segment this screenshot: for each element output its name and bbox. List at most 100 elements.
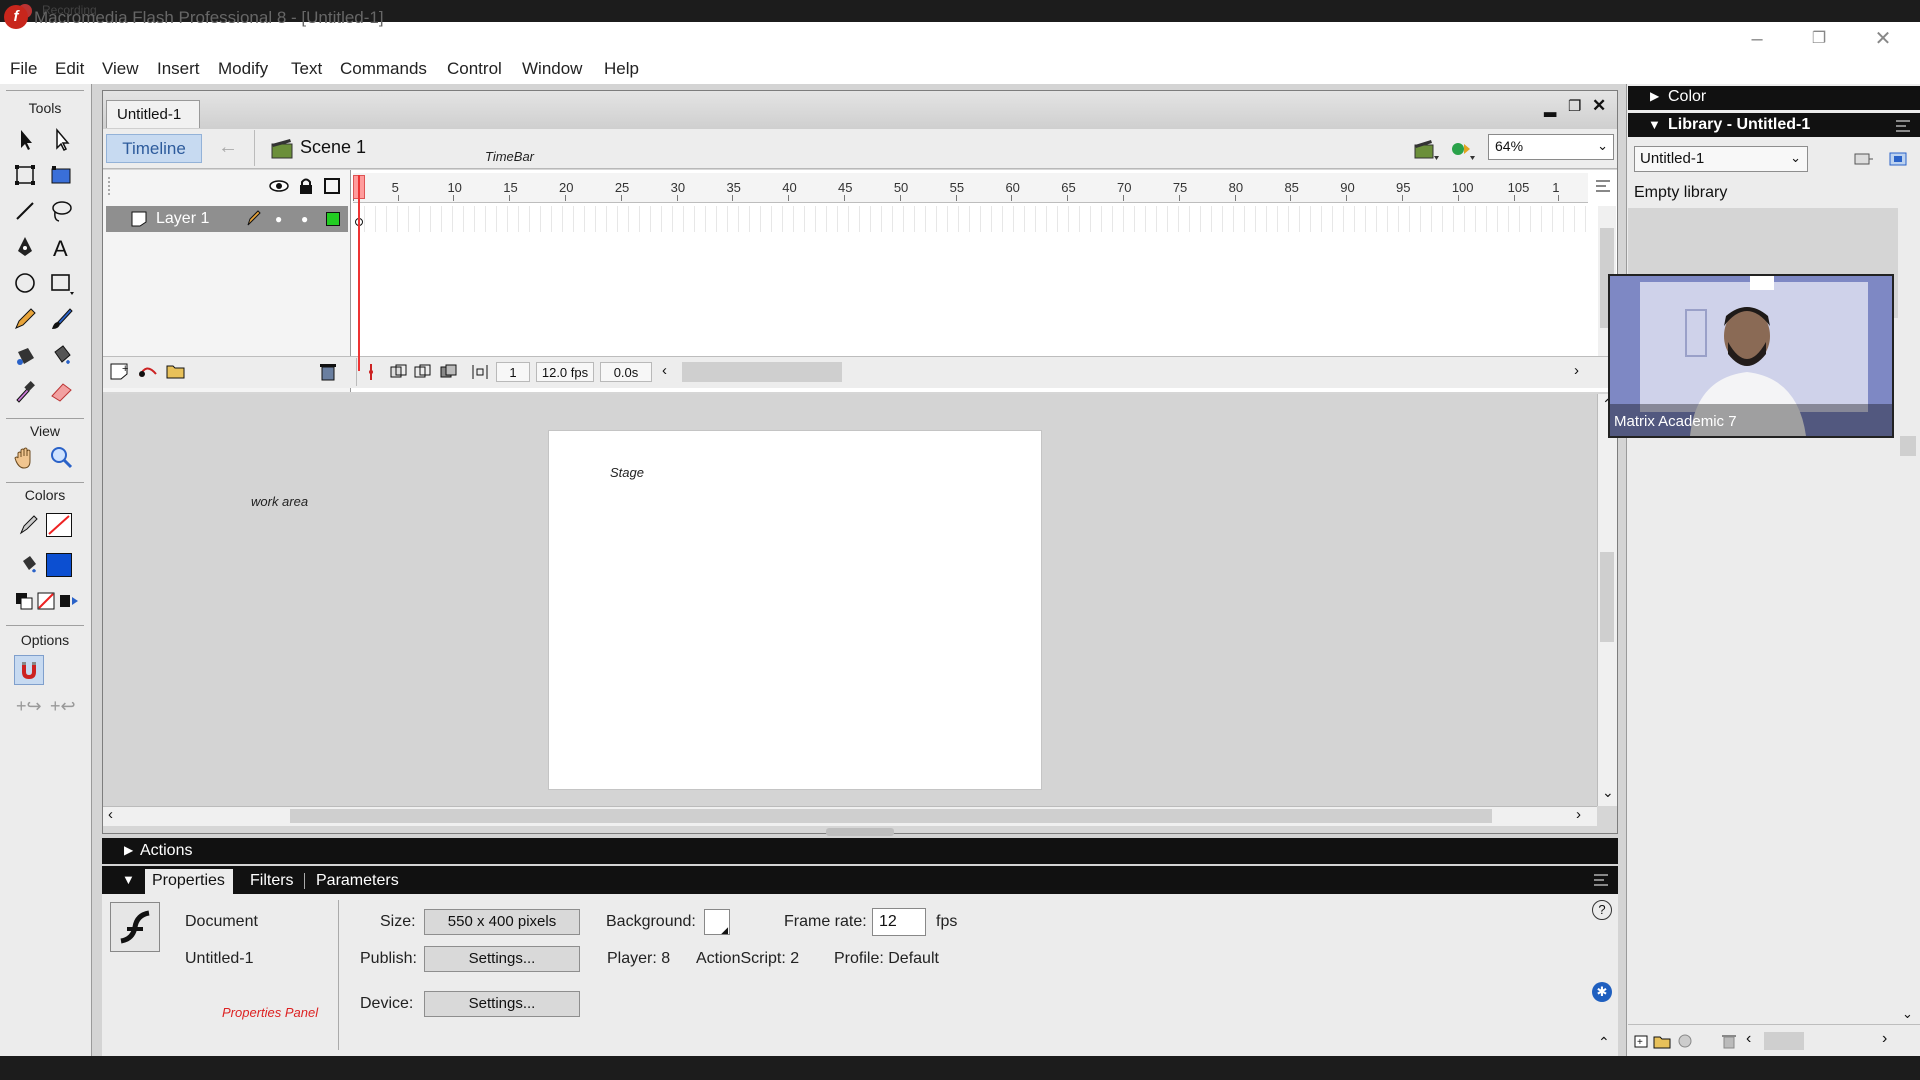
timeline-toggle-button[interactable]: Timeline <box>106 134 202 163</box>
swap-colors-icon[interactable] <box>58 591 88 621</box>
pencil-icon[interactable] <box>10 304 40 334</box>
expand-arrow-icon[interactable]: ▶ <box>1650 89 1659 103</box>
playhead-line[interactable] <box>358 175 360 371</box>
insert-layer-icon[interactable]: + <box>108 360 132 382</box>
layer-visibility-dot[interactable]: ● <box>275 212 282 226</box>
edit-symbols-icon[interactable] <box>1448 136 1478 162</box>
panel-resize-grip[interactable] <box>826 828 894 836</box>
center-frame-icon[interactable] <box>364 362 378 382</box>
free-transform-icon[interactable] <box>10 160 40 190</box>
doc-minimize-button[interactable]: ▂ <box>1544 98 1556 118</box>
text-icon[interactable]: A <box>46 232 76 262</box>
brush-icon[interactable] <box>46 304 76 334</box>
show-hide-eye-icon[interactable] <box>268 178 290 194</box>
actions-panel-header[interactable] <box>102 838 1618 864</box>
zoom-icon[interactable] <box>46 443 76 473</box>
paint-bucket-icon[interactable] <box>46 340 76 370</box>
straighten-option-icon[interactable]: +↩ <box>50 696 76 717</box>
menu-view[interactable]: View <box>102 59 139 79</box>
collapse-arrow-icon[interactable]: ▼ <box>1648 117 1661 132</box>
scroll-down-icon[interactable]: ⌄ <box>1902 1006 1913 1022</box>
library-hscroll-thumb[interactable] <box>1764 1032 1804 1050</box>
scroll-down-icon[interactable]: ⌄ <box>1602 784 1614 801</box>
pen-icon[interactable] <box>10 232 40 262</box>
collapse-panel-icon[interactable]: ⌃ <box>1598 1034 1610 1051</box>
stage-vscroll-thumb[interactable] <box>1600 552 1614 642</box>
background-color-swatch[interactable]: ◢ <box>704 909 730 935</box>
accessibility-icon[interactable]: ✱ <box>1592 982 1612 1002</box>
lasso-icon[interactable] <box>46 196 76 226</box>
eraser-icon[interactable] <box>46 376 76 406</box>
ink-bottle-icon[interactable] <box>10 340 40 370</box>
stroke-color-swatch[interactable] <box>46 513 72 537</box>
insert-folder-icon[interactable] <box>164 360 188 382</box>
new-symbol-icon[interactable]: + <box>1632 1032 1652 1050</box>
tab-properties[interactable]: Properties <box>152 872 225 890</box>
pin-library-icon[interactable] <box>1852 150 1874 168</box>
properties-info-icon[interactable] <box>1676 1032 1694 1050</box>
close-window-button[interactable]: ✕ <box>1852 22 1914 56</box>
outline-toggle-icon[interactable] <box>324 178 340 194</box>
library-vscroll-thumb[interactable] <box>1900 436 1916 456</box>
color-panel-title[interactable]: Color <box>1668 88 1706 106</box>
delete-layer-trash-icon[interactable] <box>318 360 338 382</box>
help-icon[interactable]: ? <box>1592 900 1612 920</box>
collapse-arrow-icon[interactable]: ▼ <box>122 872 135 887</box>
menu-file[interactable]: File <box>10 59 37 79</box>
library-vscroll[interactable] <box>1898 330 1918 1020</box>
document-size-button[interactable]: 550 x 400 pixels <box>424 909 580 935</box>
fill-color-swatch[interactable] <box>46 553 72 577</box>
frames-row[interactable] <box>354 206 1594 232</box>
delete-trash-icon[interactable] <box>1720 1032 1738 1050</box>
back-arrow-icon[interactable]: ← <box>218 136 238 159</box>
rectangle-icon[interactable] <box>46 268 76 298</box>
subselect-icon[interactable] <box>46 124 76 154</box>
fill-transform-icon[interactable] <box>46 160 76 190</box>
oval-icon[interactable] <box>10 268 40 298</box>
doc-close-button[interactable]: ✕ <box>1592 96 1606 116</box>
tab-parameters[interactable]: Parameters <box>316 872 399 890</box>
expand-arrow-icon[interactable]: ▶ <box>124 843 133 857</box>
hand-icon[interactable] <box>10 443 40 473</box>
snap-magnet-icon[interactable] <box>14 655 44 685</box>
edit-multiple-frames-icon[interactable] <box>438 362 460 382</box>
layer-name[interactable]: Layer 1 <box>156 210 209 228</box>
onion-skin-outlines-icon[interactable] <box>412 362 434 382</box>
timeline-grip[interactable] <box>108 177 114 195</box>
smooth-option-icon[interactable]: +↪ <box>16 696 42 717</box>
scroll-left-icon[interactable]: ‹ <box>108 806 113 823</box>
frame-rate-input[interactable]: 12 <box>872 908 926 936</box>
menu-insert[interactable]: Insert <box>157 59 200 79</box>
new-library-panel-icon[interactable] <box>1888 150 1910 168</box>
menu-control[interactable]: Control <box>447 59 502 79</box>
library-options-icon[interactable] <box>1894 118 1912 134</box>
timeline-scroll-right-icon[interactable]: › <box>1574 362 1579 379</box>
layer-color-swatch[interactable] <box>326 212 340 226</box>
onion-skin-icon[interactable] <box>388 362 410 382</box>
stage-hscroll-thumb[interactable] <box>290 809 1492 823</box>
arrow-icon[interactable] <box>10 124 40 154</box>
zoom-select[interactable]: 64% ⌄ <box>1488 134 1614 160</box>
menu-commands[interactable]: Commands <box>340 59 427 79</box>
minimize-button[interactable]: – <box>1726 22 1788 56</box>
timeline-hscroll-thumb[interactable] <box>682 362 842 382</box>
library-item-list[interactable] <box>1628 432 1898 1016</box>
scroll-right-icon[interactable]: › <box>1576 806 1581 823</box>
menu-modify[interactable]: Modify <box>218 59 268 79</box>
lock-icon[interactable] <box>298 176 314 196</box>
scene-label[interactable]: Scene 1 <box>300 137 366 158</box>
restore-button[interactable]: ❐ <box>1788 22 1850 56</box>
library-document-select[interactable]: Untitled-1 ⌄ <box>1634 146 1808 172</box>
panel-options-icon[interactable] <box>1592 872 1610 888</box>
menu-help[interactable]: Help <box>604 59 639 79</box>
actions-panel-title[interactable]: Actions <box>140 842 192 860</box>
menu-edit[interactable]: Edit <box>55 59 84 79</box>
menu-text[interactable]: Text <box>291 59 322 79</box>
add-motion-guide-icon[interactable] <box>136 360 160 382</box>
line-icon[interactable] <box>10 196 40 226</box>
scroll-left-icon[interactable]: ‹ <box>1746 1030 1751 1048</box>
device-settings-button[interactable]: Settings... <box>424 991 580 1017</box>
layer-lock-dot[interactable]: ● <box>301 212 308 226</box>
menu-window[interactable]: Window <box>522 59 582 79</box>
stage-canvas[interactable] <box>548 430 1042 790</box>
